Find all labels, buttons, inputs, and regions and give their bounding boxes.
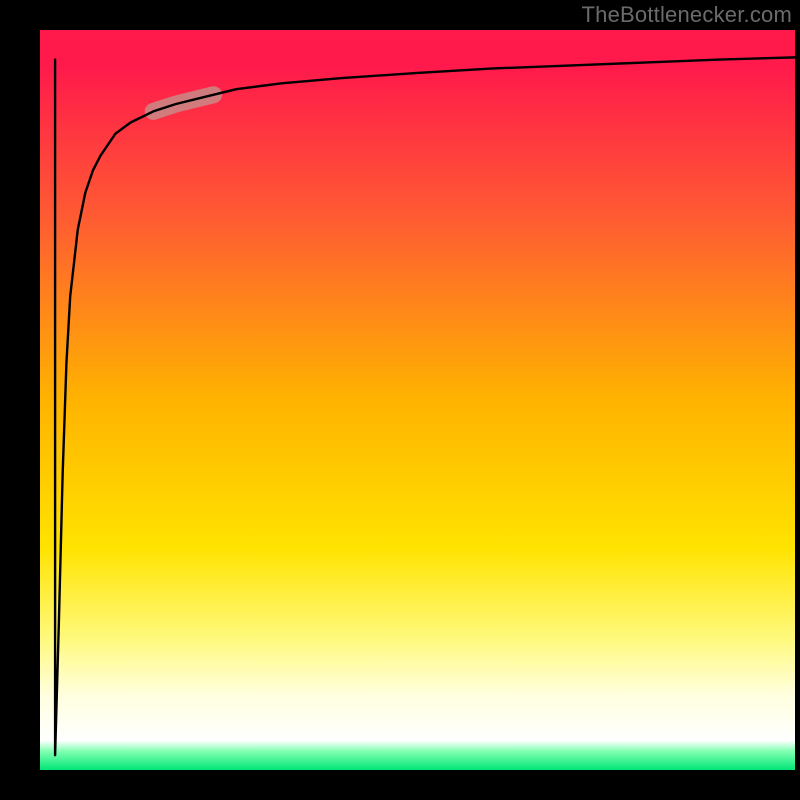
bottleneck-chart	[0, 0, 800, 800]
chart-container: TheBottlenecker.com	[0, 0, 800, 800]
plot-background	[40, 30, 795, 770]
attribution-label: TheBottlenecker.com	[582, 2, 792, 28]
